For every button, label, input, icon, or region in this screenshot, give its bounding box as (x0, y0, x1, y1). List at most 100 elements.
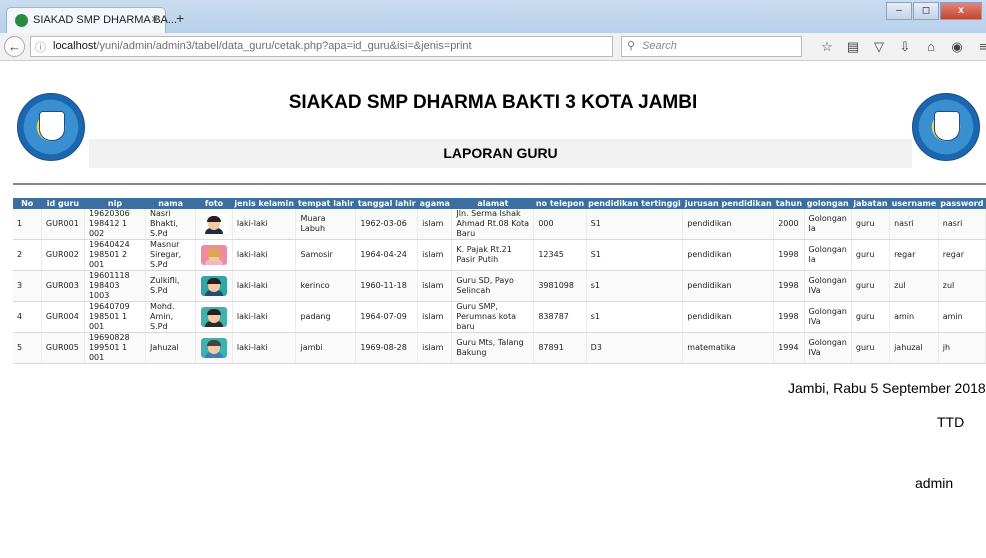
cell-nip: 19640424 198501 2 001 (84, 239, 147, 271)
header-cell: foto (195, 198, 233, 209)
toolbar-icons: ☆ ▤ ▽ ⇩ ⌂ ◉ ≡ (816, 39, 986, 55)
cell-nip: 19601118 198403 1003 (84, 270, 147, 302)
cell-golongan: Golongan IVa (804, 332, 852, 364)
tab-close-icon[interactable]: × (151, 12, 158, 26)
cell-tahun: 1994 (773, 332, 805, 364)
back-button[interactable]: ← (4, 36, 25, 57)
table-row: 3 GUR003 19601118 198403 1003 Zulkifli, … (13, 270, 986, 302)
url-text[interactable]: localhost/yuni/admin/admin3/tabel/data_g… (53, 40, 472, 52)
report-title: LAPORAN GURU (443, 145, 558, 161)
window-controls: – ◻ x (885, 2, 982, 20)
cell-jenis-kelamin: laki-laki (232, 332, 297, 364)
cell-jenis-kelamin: laki-laki (232, 301, 297, 333)
cell-id-guru: GUR004 (41, 301, 85, 333)
teacher-photo-avatar (201, 276, 228, 296)
search-bar[interactable]: ⚲ Search (621, 36, 802, 57)
cell-nip: 19620306 198412 1 002 (84, 209, 147, 240)
table-row: 5 GUR005 19690828 199501 1 001 Jahuzal l… (13, 332, 986, 364)
cell-foto (195, 209, 233, 240)
cell-nama: Mohd. Amin, S.Pd (145, 301, 197, 333)
cell-golongan: Golongan IVa (804, 301, 852, 333)
cell-jurusan: pendidikan (682, 209, 775, 240)
cell-nama: Jahuzal (145, 332, 197, 364)
cell-id-guru: GUR002 (41, 239, 85, 271)
cell-no: 1 (13, 209, 42, 240)
header-cell: golongan (804, 198, 852, 209)
teacher-table: No id guru nip nama foto jenis kelamin t… (13, 198, 986, 364)
site-info-icon[interactable]: ⓘ (35, 39, 46, 55)
close-window-button[interactable]: x (940, 2, 982, 20)
cell-password: regar (938, 239, 986, 271)
header-cell: agama (417, 198, 452, 209)
header-cell: no telepon (533, 198, 587, 209)
cell-jurusan: matematika (682, 332, 775, 364)
cell-no-telepon: 87891 (533, 332, 587, 364)
cell-agama: islam (417, 270, 453, 302)
cell-id-guru: GUR001 (41, 209, 85, 240)
url-host: localhost (53, 40, 97, 52)
cell-jurusan: pendidikan (682, 239, 775, 271)
new-tab-button[interactable]: + (176, 10, 184, 26)
site-favicon-icon (15, 14, 28, 27)
header-cell: id guru (41, 198, 85, 209)
cell-no: 5 (13, 332, 42, 364)
teacher-photo-avatar (201, 214, 228, 234)
maximize-button[interactable]: ◻ (913, 2, 939, 20)
table-header-row: No id guru nip nama foto jenis kelamin t… (13, 198, 986, 209)
menu-icon[interactable]: ≡ (972, 39, 986, 55)
cell-no: 2 (13, 239, 42, 271)
cell-tahun: 1998 (773, 301, 805, 333)
bookmark-star-icon[interactable]: ☆ (816, 39, 838, 55)
pocket-icon[interactable]: ▽ (868, 39, 890, 55)
cell-nama: Masnur Siregar, S.Pd (145, 239, 197, 271)
header-cell: tempat lahir (295, 198, 356, 209)
browser-tab[interactable]: SIAKAD SMP DHARMA BA... × (6, 7, 177, 33)
reading-list-icon[interactable]: ▤ (842, 39, 864, 55)
header-cell: tanggal lahir (355, 198, 418, 209)
chat-icon[interactable]: ◉ (946, 39, 968, 55)
signature-date: Jambi, Rabu 5 September 2018 (788, 380, 986, 396)
home-icon[interactable]: ⌂ (920, 39, 942, 55)
signature-name: admin (915, 475, 954, 491)
cell-tanggal-lahir: 1969-08-28 (355, 332, 419, 364)
cell-nip: 19640709 198501 1 001 (84, 301, 147, 333)
cell-no-telepon: 000 (533, 209, 587, 240)
teacher-photo-avatar (201, 338, 228, 358)
cell-tempat-lahir: Samosir (295, 239, 357, 271)
cell-agama: islam (417, 209, 453, 240)
url-bar[interactable]: ⓘ localhost/yuni/admin/admin3/tabel/data… (30, 36, 637, 57)
cell-jurusan: pendidikan (682, 301, 775, 333)
cell-no-telepon: 838787 (533, 301, 587, 333)
cell-tanggal-lahir: 1962-03-06 (355, 209, 419, 240)
cell-alamat: Guru SMP, Perumnas kota baru (451, 301, 535, 333)
header-cell: alamat (451, 198, 534, 209)
header-cell: jabatan (851, 198, 890, 209)
table-row: 4 GUR004 19640709 198501 1 001 Mohd. Ami… (13, 301, 986, 333)
url-path: /yuni/admin/admin3/tabel/data_guru/cetak… (96, 40, 472, 52)
header-cell: jurusan pendidikan (682, 198, 774, 209)
divider (13, 183, 986, 185)
cell-pendidikan: s1 (586, 301, 684, 333)
cell-tempat-lahir: jambi (295, 332, 357, 364)
cell-id-guru: GUR005 (41, 332, 85, 364)
header-cell: nama (145, 198, 196, 209)
cell-password: jh (938, 332, 986, 364)
cell-username: nasri (889, 209, 939, 240)
table-row: 1 GUR001 19620306 198412 1 002 Nasri Bha… (13, 209, 986, 240)
header-cell: No (13, 198, 42, 209)
cell-foto (195, 270, 233, 302)
cell-tempat-lahir: kerinco (295, 270, 357, 302)
minimize-button[interactable]: – (886, 2, 912, 20)
cell-nip: 19690828 199501 1 001 (84, 332, 147, 364)
cell-no-telepon: 3981098 (533, 270, 587, 302)
cell-tempat-lahir: padang (295, 301, 357, 333)
cell-jabatan: guru (851, 301, 891, 333)
cell-pendidikan: S1 (586, 239, 684, 271)
download-icon[interactable]: ⇩ (894, 39, 916, 55)
cell-pendidikan: D3 (586, 332, 684, 364)
teacher-photo-avatar (201, 245, 228, 265)
signature-ttd: TTD (937, 414, 965, 430)
cell-jenis-kelamin: laki-laki (232, 270, 297, 302)
cell-jabatan: guru (851, 270, 891, 302)
cell-username: regar (889, 239, 939, 271)
